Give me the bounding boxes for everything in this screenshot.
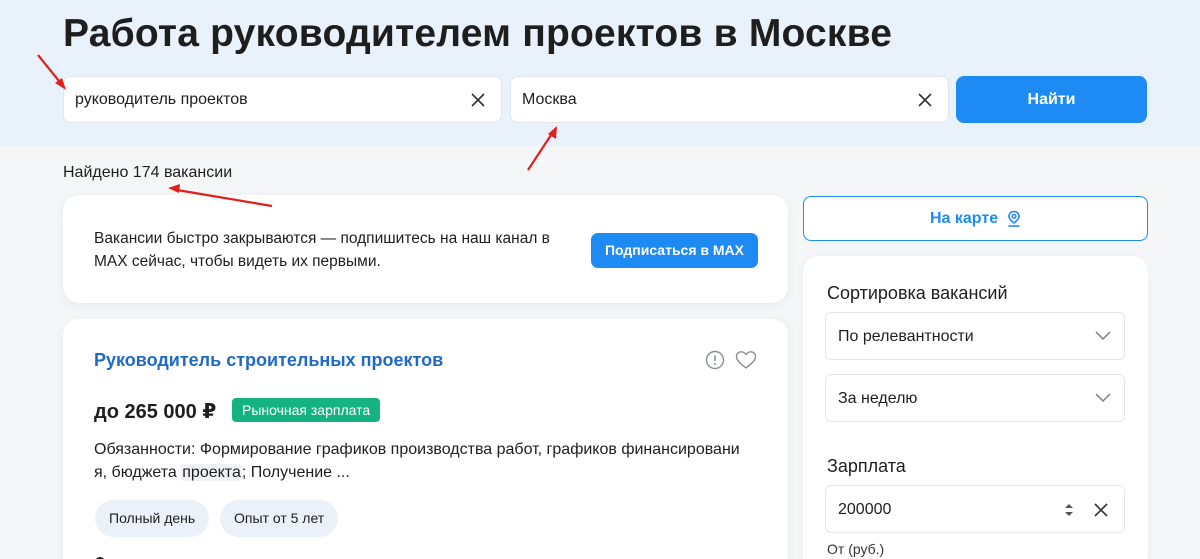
- salary-from-label: От (руб.): [827, 541, 885, 557]
- map-button[interactable]: На карте: [803, 196, 1148, 241]
- vacancy-description: Обязанности: Формирование графиков произ…: [94, 438, 754, 484]
- promo-banner: Вакансии быстро закрываются — подпишитес…: [63, 195, 788, 303]
- card-footer-partial: [96, 557, 104, 559]
- map-button-label: На карте: [930, 210, 999, 227]
- search-city-value: Москва: [522, 91, 577, 108]
- vacancy-card: Руководитель строительных проектов до 26…: [63, 319, 788, 559]
- search-query-field[interactable]: руководитель проектов: [63, 76, 502, 123]
- market-salary-badge: Рыночная зарплата: [232, 398, 381, 422]
- sort-select-value: По релевантности: [838, 328, 974, 345]
- info-icon[interactable]: [705, 350, 725, 370]
- clear-icon[interactable]: [914, 89, 936, 111]
- desc-highlight: проекта: [181, 464, 242, 481]
- clear-icon[interactable]: [1090, 499, 1112, 521]
- schedule-tag: Полный день: [95, 500, 210, 537]
- salary-input[interactable]: 200000: [825, 485, 1125, 533]
- salary-heading: Зарплата: [827, 456, 906, 476]
- chevron-down-icon: [1095, 331, 1111, 341]
- search-button[interactable]: Найти: [956, 76, 1147, 123]
- heart-icon[interactable]: [735, 350, 757, 370]
- period-select[interactable]: За неделю: [825, 374, 1125, 422]
- subscribe-button[interactable]: Подписаться в MAX: [591, 233, 758, 268]
- search-city-field[interactable]: Москва: [510, 76, 949, 123]
- vacancy-salary: до 265 000 ₽: [94, 401, 217, 423]
- results-count: Найдено 174 вакансии: [63, 164, 233, 181]
- period-select-value: За неделю: [838, 390, 918, 407]
- desc-text: ; Получение ...: [241, 464, 350, 481]
- vacancy-title-link[interactable]: Руководитель строительных проектов: [94, 350, 443, 371]
- map-pin-icon: [1008, 210, 1020, 227]
- salary-input-value: 200000: [838, 501, 892, 518]
- sort-heading: Сортировка вакансий: [827, 283, 1008, 303]
- experience-tag: Опыт от 5 лет: [220, 500, 339, 537]
- search-query-value: руководитель проектов: [75, 91, 248, 108]
- promo-text: Вакансии быстро закрываются — подпишитес…: [94, 230, 550, 270]
- filters-panel: Сортировка вакансий По релевантности За …: [803, 256, 1148, 559]
- clear-icon[interactable]: [467, 89, 489, 111]
- page-title: Работа руководителем проектов в Москве: [63, 12, 893, 55]
- chevron-down-icon: [1095, 393, 1111, 403]
- sort-select[interactable]: По релевантности: [825, 312, 1125, 360]
- stepper-icon[interactable]: [1064, 500, 1074, 520]
